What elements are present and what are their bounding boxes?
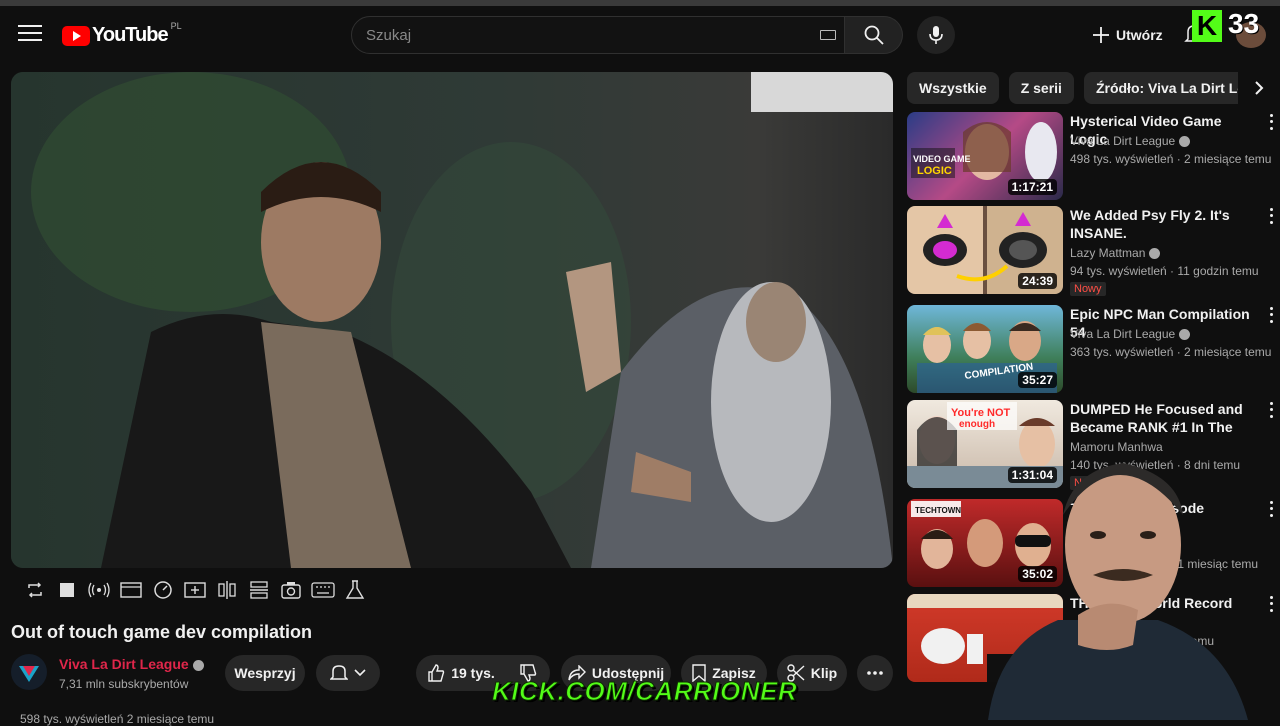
svg-text:LOGIC: LOGIC — [917, 165, 952, 177]
player-extension-toolbar — [11, 578, 893, 606]
search-box — [351, 16, 845, 54]
chevron-right-icon — [1255, 81, 1264, 95]
video-duration: 24:39 — [1018, 273, 1057, 289]
thumbs-up-icon — [428, 664, 445, 682]
logo-text: YouTube — [92, 24, 169, 46]
video-thumbnail[interactable]: VIDEO GAME LOGIC 1:17:21 — [907, 112, 1063, 200]
streamer-webcam-overlay — [988, 463, 1248, 720]
broadcast-icon[interactable] — [87, 578, 111, 602]
video-duration: 1:17:21 — [1007, 179, 1057, 195]
keyboard-icon[interactable] — [820, 30, 836, 40]
notifications-button[interactable] — [316, 655, 380, 691]
create-label: Utwórz — [1116, 27, 1163, 43]
add-screen-icon[interactable] — [183, 578, 207, 602]
more-options-icon[interactable] — [1265, 499, 1277, 519]
verified-icon — [1179, 329, 1191, 341]
kick-logo-overlay: K — [1192, 10, 1222, 42]
chip-from-series[interactable]: Z serii — [1008, 72, 1074, 104]
svg-text:TECHTOWN: TECHTOWN — [915, 506, 961, 515]
related-meta: 94 tys. wyświetleń · 11 godzin temu — [1070, 264, 1259, 278]
verified-icon — [1179, 136, 1191, 148]
country-code: PL — [170, 20, 182, 31]
channel-name[interactable]: Viva La Dirt League — [59, 656, 204, 672]
experiments-flask-icon[interactable] — [343, 578, 367, 602]
kick-url-overlay: KICK.COM/CARRIONER — [491, 676, 798, 707]
related-channel-name: Viva La Dirt League — [1070, 134, 1176, 148]
chips-next-button[interactable] — [1238, 72, 1280, 104]
youtube-play-icon — [62, 25, 90, 46]
loop-icon[interactable] — [23, 578, 47, 602]
new-badge: Nowy — [1070, 282, 1106, 296]
related-channel-name: Viva La Dirt League — [1070, 327, 1176, 341]
verified-icon — [1149, 248, 1161, 260]
video-title: Out of touch game dev compilation — [11, 622, 313, 642]
browser-strip — [0, 0, 1280, 6]
related-video-2[interactable]: 24:39 We Added Psy Fly 2. It's INSANE. L… — [907, 206, 1280, 296]
stop-icon[interactable] — [55, 578, 79, 602]
related-channel[interactable]: Viva La Dirt League — [1070, 134, 1191, 148]
description-peek: 598 tys. wyświetleń 2 miesiące temu — [20, 712, 215, 726]
clip-label: Klip — [810, 665, 838, 681]
related-video-1[interactable]: VIDEO GAME LOGIC 1:17:21 Hysterical Video… — [907, 112, 1280, 200]
related-video-title[interactable]: DUMPED He Focused and Became RANK #1 In … — [1070, 400, 1260, 436]
plus-icon — [1093, 27, 1109, 43]
more-options-icon[interactable] — [1265, 206, 1277, 226]
video-duration: 35:27 — [1018, 372, 1057, 388]
svg-text:enough: enough — [959, 419, 995, 430]
search-input[interactable] — [366, 17, 806, 53]
video-player[interactable] — [11, 72, 893, 568]
support-label: Wesprzyj — [234, 665, 296, 681]
theater-mode-icon[interactable] — [119, 578, 143, 602]
keyboard-shortcuts-icon[interactable] — [311, 578, 335, 602]
related-channel[interactable]: Lazy Mattman — [1070, 246, 1161, 260]
search-button[interactable] — [845, 16, 903, 54]
chip-all[interactable]: Wszystkie — [907, 72, 999, 104]
like-count: 19 tys. — [451, 665, 495, 681]
related-meta: 363 tys. wyświetleń · 2 miesiące temu — [1070, 345, 1272, 359]
related-channel-name: Lazy Mattman — [1070, 246, 1146, 260]
speed-icon[interactable] — [151, 578, 175, 602]
voice-search-button[interactable] — [917, 16, 955, 54]
search-icon — [864, 25, 884, 45]
more-options-icon[interactable] — [1265, 112, 1277, 132]
video-frame — [11, 72, 893, 568]
video-thumbnail[interactable]: COMPILATION 35:27 — [907, 305, 1063, 393]
more-options-icon[interactable] — [1265, 594, 1277, 614]
subscriber-count: 7,31 mln subskrybentów — [59, 677, 189, 691]
support-button[interactable]: Wesprzyj — [225, 655, 305, 691]
channel-avatar[interactable] — [11, 654, 47, 690]
verified-icon — [192, 659, 204, 671]
filter-chips: Wszystkie Z serii Źródło: Viva La Dirt L… — [907, 72, 1280, 104]
microphone-icon — [929, 26, 943, 44]
more-options-icon[interactable] — [1265, 400, 1277, 420]
screenshot-icon[interactable] — [279, 578, 303, 602]
more-options-icon[interactable] — [1265, 305, 1277, 325]
chevron-down-icon — [354, 669, 366, 677]
related-video-3[interactable]: COMPILATION 35:27 Epic NPC Man Compilati… — [907, 305, 1280, 393]
split-view-icon[interactable] — [247, 578, 271, 602]
svg-text:You're NOT: You're NOT — [951, 407, 1011, 419]
more-horizontal-icon — [867, 671, 883, 675]
top-bar: YouTube PL Utwórz K 33 — [0, 0, 1280, 70]
overlay-counter: 33 — [1228, 8, 1260, 39]
svg-text:VIDEO GAME: VIDEO GAME — [913, 154, 971, 164]
menu-icon[interactable] — [18, 25, 42, 45]
channel-name-text: Viva La Dirt League — [59, 656, 189, 672]
video-thumbnail[interactable]: 24:39 — [907, 206, 1063, 294]
bell-icon — [330, 665, 348, 680]
youtube-logo[interactable]: YouTube PL — [62, 20, 182, 47]
more-actions-button[interactable] — [857, 655, 893, 691]
related-channel[interactable]: Viva La Dirt League — [1070, 327, 1191, 341]
related-video-title[interactable]: We Added Psy Fly 2. It's INSANE. — [1070, 206, 1260, 242]
related-meta: 498 tys. wyświetleń · 2 miesiące temu — [1070, 152, 1272, 166]
mirror-icon[interactable] — [215, 578, 239, 602]
create-button[interactable]: Utwórz — [1080, 17, 1175, 53]
